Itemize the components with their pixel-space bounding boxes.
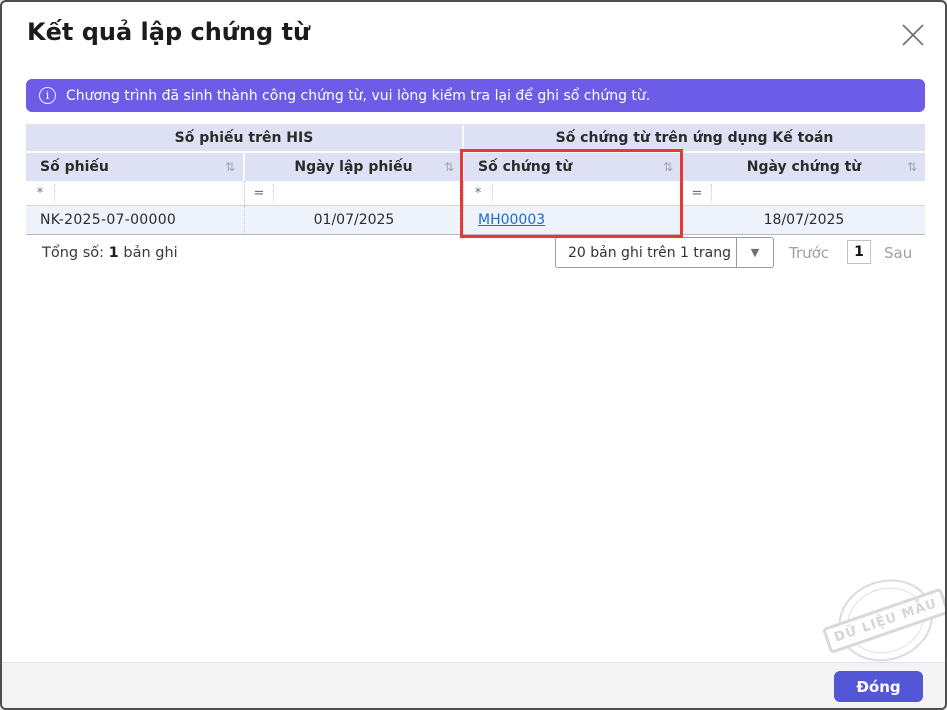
close-icon-glyph bbox=[902, 24, 924, 46]
column-label: Số phiếu bbox=[40, 159, 109, 175]
filter-ngay-lap-phieu[interactable]: = bbox=[245, 181, 464, 205]
column-label: Ngày chứng từ bbox=[746, 159, 862, 175]
total-count: 1 bbox=[108, 245, 119, 261]
cell-ngay-chung-tu: 18/07/2025 bbox=[763, 212, 845, 228]
total-records: Tổng số: 1 bản ghi bbox=[42, 245, 178, 261]
filter-input[interactable] bbox=[711, 184, 925, 202]
group-header-row: Số phiếu trên HIS Số chứng từ trên ứng d… bbox=[26, 125, 925, 153]
filter-operator[interactable]: * bbox=[26, 186, 54, 201]
page-size-select[interactable]: 20 bản ghi trên 1 trang ▼ bbox=[555, 237, 774, 268]
group-header-his: Số phiếu trên HIS bbox=[26, 125, 464, 153]
cell-so-chung-tu: MH00003 bbox=[464, 206, 683, 234]
dialog-footer: Đóng bbox=[2, 662, 945, 708]
filter-input[interactable] bbox=[492, 184, 682, 202]
prev-page-button[interactable]: Trước bbox=[789, 244, 829, 262]
column-header-so-phieu[interactable]: Số phiếu ⇅ bbox=[26, 153, 245, 181]
next-page-button[interactable]: Sau bbox=[884, 244, 912, 262]
result-table: Số phiếu trên HIS Số chứng từ trên ứng d… bbox=[26, 124, 925, 235]
chevron-down-icon[interactable]: ▼ bbox=[736, 238, 773, 267]
filter-ngay-chung-tu[interactable]: = bbox=[683, 181, 925, 205]
column-label: Ngày lập phiếu bbox=[294, 159, 413, 175]
cell-so-phieu: NK-2025-07-00000 bbox=[26, 206, 245, 234]
result-dialog: Kết quả lập chứng từ i Chương trình đã s… bbox=[0, 0, 947, 710]
close-button[interactable]: Đóng bbox=[834, 671, 923, 702]
filter-operator[interactable]: = bbox=[683, 186, 711, 201]
table-row: NK-2025-07-00000 01/07/2025 MH00003 18/0… bbox=[26, 206, 925, 235]
column-header-so-chung-tu[interactable]: Số chứng từ ⇅ bbox=[464, 153, 683, 181]
filter-input[interactable] bbox=[273, 184, 463, 202]
filter-so-phieu[interactable]: * bbox=[26, 181, 245, 205]
filter-so-chung-tu[interactable]: * bbox=[464, 181, 683, 205]
column-header-ngay-lap-phieu[interactable]: Ngày lập phiếu ⇅ bbox=[245, 153, 464, 181]
filter-row: * = * = bbox=[26, 181, 925, 206]
column-header-row: Số phiếu ⇅ Ngày lập phiếu ⇅ Số chứng từ … bbox=[26, 153, 925, 181]
column-label: Số chứng từ bbox=[478, 159, 573, 175]
sample-data-watermark: DỮ LIỆU MẪU bbox=[821, 566, 945, 675]
banner-text: Chương trình đã sinh thành công chứng từ… bbox=[66, 87, 651, 104]
stamp-inner-ring bbox=[838, 577, 934, 664]
stamp-outer-ring bbox=[827, 566, 945, 674]
page-size-value: 20 bản ghi trên 1 trang bbox=[568, 244, 731, 261]
sort-icon[interactable]: ⇅ bbox=[444, 160, 454, 174]
sort-icon[interactable]: ⇅ bbox=[907, 160, 917, 174]
filter-input[interactable] bbox=[54, 184, 244, 202]
group-header-ke-toan: Số chứng từ trên ứng dụng Kế toán bbox=[464, 125, 925, 153]
sort-icon[interactable]: ⇅ bbox=[663, 160, 673, 174]
stamp-text: DỮ LIỆU MẪU bbox=[821, 587, 945, 655]
filter-operator[interactable]: = bbox=[245, 186, 273, 201]
sort-icon[interactable]: ⇅ bbox=[225, 160, 235, 174]
close-icon[interactable] bbox=[897, 19, 929, 51]
document-link[interactable]: MH00003 bbox=[478, 212, 545, 228]
cell-ngay-lap-phieu: 01/07/2025 bbox=[245, 206, 464, 234]
total-suffix: bản ghi bbox=[123, 245, 178, 261]
info-icon: i bbox=[39, 87, 56, 104]
filter-operator[interactable]: * bbox=[464, 186, 492, 201]
page-title: Kết quả lập chứng từ bbox=[27, 18, 311, 46]
total-label: Tổng số: bbox=[42, 245, 105, 261]
current-page-box[interactable]: 1 bbox=[847, 240, 871, 264]
column-header-ngay-chung-tu[interactable]: Ngày chứng từ ⇅ bbox=[683, 153, 925, 181]
info-banner: i Chương trình đã sinh thành công chứng … bbox=[26, 79, 925, 112]
